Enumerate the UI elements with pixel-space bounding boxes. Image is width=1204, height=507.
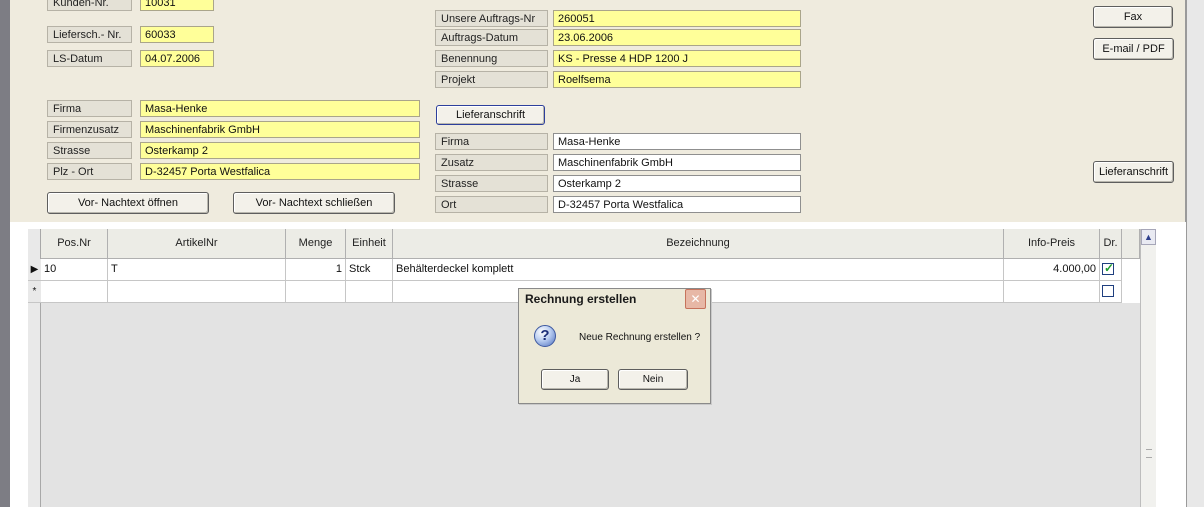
check-mark-icon: ✓ xyxy=(1104,261,1115,275)
plz-ort-label: Plz - Ort xyxy=(47,163,132,180)
row2-dr-checkbox[interactable] xyxy=(1102,285,1114,297)
delivery-ort-label: Ort xyxy=(435,196,548,213)
strasse-field[interactable]: Osterkamp 2 xyxy=(140,142,420,159)
auftrags-datum-label: Auftrags-Datum xyxy=(435,29,548,46)
dialog-message: Neue Rechnung erstellen ? xyxy=(579,332,701,343)
fax-button[interactable]: Fax xyxy=(1093,6,1173,28)
delivery-firma-field[interactable]: Masa-Henke xyxy=(553,133,801,150)
row1-einheit[interactable]: Stck xyxy=(346,259,393,281)
close-icon[interactable]: ✕ xyxy=(685,289,706,309)
delivery-strasse-field[interactable]: Osterkamp 2 xyxy=(553,175,801,192)
vor-nachtext-close-button[interactable]: Vor- Nachtext schließen xyxy=(233,192,395,214)
firma-label: Firma xyxy=(47,100,132,117)
kunden-nr-field[interactable]: 10031 xyxy=(140,0,214,11)
scrollbar-grip-icon xyxy=(1146,449,1152,458)
grid-vertical-scrollbar[interactable]: ▲ xyxy=(1140,229,1156,507)
auftrags-datum-field[interactable]: 23.06.2006 xyxy=(553,29,801,46)
row1-dr-cell: ✓ xyxy=(1100,259,1122,281)
row2-dr-cell xyxy=(1100,281,1122,303)
row2-artikel[interactable] xyxy=(108,281,286,303)
delivery-strasse-label: Strasse xyxy=(435,175,548,192)
ja-button[interactable]: Ja xyxy=(541,369,609,390)
lieferanschrift-right-button[interactable]: Lieferanschrift xyxy=(1093,161,1174,183)
firmenzusatz-label: Firmenzusatz xyxy=(47,121,132,138)
window-frame-left xyxy=(0,0,10,507)
column-header-menge[interactable]: Menge xyxy=(286,229,346,259)
lieferanschrift-button[interactable]: Lieferanschrift xyxy=(436,105,545,125)
liefersch-nr-field[interactable]: 60033 xyxy=(140,26,214,43)
dialog-title: Rechnung erstellen xyxy=(525,292,637,306)
projekt-field[interactable]: Roelfsema xyxy=(553,71,801,88)
row1-menge[interactable]: 1 xyxy=(286,259,346,281)
ls-datum-field[interactable]: 04.07.2006 xyxy=(140,50,214,67)
scroll-up-icon[interactable]: ▲ xyxy=(1141,229,1156,245)
row2-pos[interactable] xyxy=(41,281,108,303)
vor-nachtext-open-button[interactable]: Vor- Nachtext öffnen xyxy=(47,192,209,214)
delivery-ort-field[interactable]: D-32457 Porta Westfalica xyxy=(553,196,801,213)
current-row-marker[interactable]: ▶ xyxy=(28,259,41,281)
row1-dr-checkbox[interactable]: ✓ xyxy=(1102,261,1115,275)
column-header-dr[interactable]: Dr. xyxy=(1100,229,1122,259)
nein-button[interactable]: Nein xyxy=(618,369,688,390)
row1-bezeichnung[interactable]: Behälterdeckel komplett xyxy=(393,259,1004,281)
column-header-info-preis[interactable]: Info-Preis xyxy=(1004,229,1100,259)
projekt-label: Projekt xyxy=(435,71,548,88)
new-row-marker[interactable]: * xyxy=(28,281,41,303)
row1-pos[interactable]: 10 xyxy=(41,259,108,281)
auftrags-nr-label: Unsere Auftrags-Nr xyxy=(435,10,548,27)
row2-info-preis[interactable] xyxy=(1004,281,1100,303)
rechnung-erstellen-dialog: Rechnung erstellen ✕ ? Neue Rechnung ers… xyxy=(518,288,711,404)
column-header-einheit[interactable]: Einheit xyxy=(346,229,393,259)
firma-field[interactable]: Masa-Henke xyxy=(140,100,420,117)
window-frame-right xyxy=(1186,0,1204,507)
plz-ort-field[interactable]: D-32457 Porta Westfalica xyxy=(140,163,420,180)
delivery-zusatz-field[interactable]: Maschinenfabrik GmbH xyxy=(553,154,801,171)
column-header-pos[interactable]: Pos.Nr xyxy=(41,229,108,259)
auftrags-nr-field[interactable]: 260051 xyxy=(553,10,801,27)
liefersch-nr-label: Liefersch.- Nr. xyxy=(47,26,132,43)
delivery-firma-label: Firma xyxy=(435,133,548,150)
firmenzusatz-field[interactable]: Maschinenfabrik GmbH xyxy=(140,121,420,138)
ls-datum-label: LS-Datum xyxy=(47,50,132,67)
strasse-label: Strasse xyxy=(47,142,132,159)
column-header-artikel[interactable]: ArtikelNr xyxy=(108,229,286,259)
column-header-bezeichnung[interactable]: Bezeichnung xyxy=(393,229,1004,259)
question-icon: ? xyxy=(534,325,556,347)
row1-artikel[interactable]: T xyxy=(108,259,286,281)
benennung-label: Benennung xyxy=(435,50,548,67)
row2-menge[interactable] xyxy=(286,281,346,303)
row2-einheit[interactable] xyxy=(346,281,393,303)
benennung-field[interactable]: KS - Presse 4 HDP 1200 J xyxy=(553,50,801,67)
column-header-filler xyxy=(1122,229,1140,259)
kunden-nr-label: Kunden-Nr. xyxy=(47,0,132,11)
delivery-zusatz-label: Zusatz xyxy=(435,154,548,171)
row1-info-preis[interactable]: 4.000,00 xyxy=(1004,259,1100,281)
email-pdf-button[interactable]: E-mail / PDF xyxy=(1093,38,1174,60)
